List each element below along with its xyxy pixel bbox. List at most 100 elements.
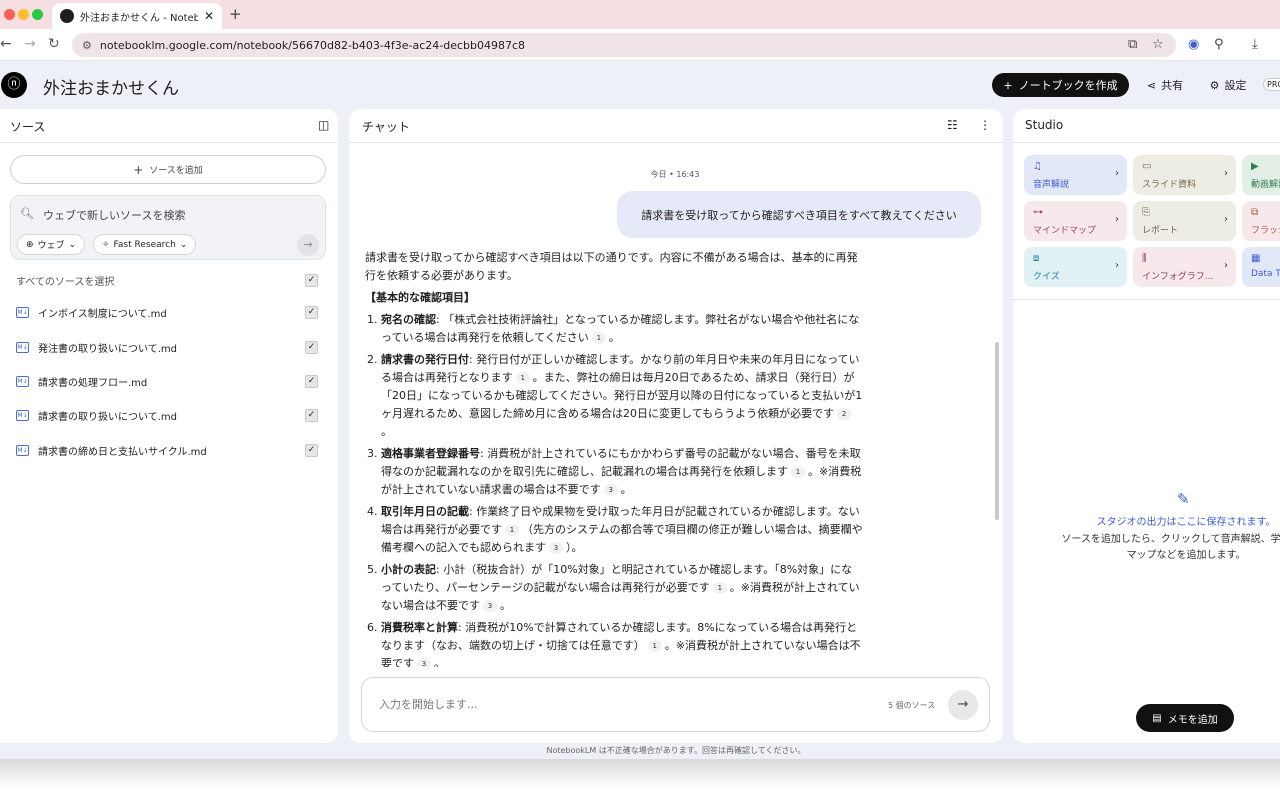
notebook-title[interactable]: 外注おまかせくん [43, 74, 179, 99]
report-card[interactable]: ⎘ レポート › [1133, 201, 1236, 241]
chat-scrollbar[interactable] [995, 342, 999, 520]
browser-tab[interactable]: 外注おまかせくん - NotebookLM ✕ [52, 3, 222, 29]
flashcard-card[interactable]: ⧉ フラッシュ [1242, 201, 1280, 241]
add-note-button[interactable]: ▤ メモを追加 [1136, 704, 1234, 732]
citation-chip[interactable]: 1 [515, 372, 530, 384]
source-checkbox[interactable]: ✓ [305, 375, 318, 388]
reload-button[interactable]: ↻ [48, 36, 60, 52]
studio-empty-title: スタジオの出力はここに保存されます。 [1096, 517, 1276, 528]
citation-chip[interactable]: 3 [603, 484, 618, 496]
data-table-card[interactable]: ▦ Data Ta [1242, 247, 1280, 287]
source-item[interactable]: M↓ 請求書の締め日と支払いサイクル.md [16, 441, 207, 459]
back-button[interactable]: ← [0, 36, 12, 52]
source-label: 請求書の締め日と支払いサイクル.md [38, 446, 207, 458]
infographic-card[interactable]: ⫼ インフォグラフ... › [1133, 247, 1236, 287]
item-text: : 「株式会社技術評論社」となっているか確認します。弊社名がない場合や他社名にな… [381, 313, 860, 344]
source-item[interactable]: M↓ 請求書の処理フロー.md [16, 372, 147, 390]
web-source-dropdown[interactable]: ⊕ ウェブ ⌄ [17, 234, 86, 255]
chat-title: チャット [362, 120, 410, 134]
address-bar[interactable]: ⚙ notebooklm.google.com/notebook/56670d8… [72, 33, 1176, 57]
minimize-window-button[interactable] [18, 9, 29, 20]
citation-chip[interactable]: 3 [549, 542, 563, 554]
source-item[interactable]: M↓ インボイス制度について.md [16, 303, 167, 321]
settings-button[interactable]: ⚙ 設定 [1200, 73, 1256, 97]
globe-icon: ⊕ [26, 239, 34, 250]
chat-input[interactable]: 入力を開始します... 5 個のソース → [361, 677, 990, 732]
site-info-icon[interactable]: ⚙ [82, 39, 92, 52]
download-icon[interactable]: ⤓ [1252, 37, 1258, 52]
window-shadow [0, 759, 1280, 800]
item-number: 6. [367, 621, 378, 634]
card-label: スライド資料 [1142, 180, 1197, 190]
item-number: 3. [367, 447, 378, 460]
close-window-button[interactable] [4, 9, 15, 20]
tab-close-icon[interactable]: ✕ [204, 9, 214, 23]
create-notebook-button[interactable]: + ノートブックを作成 [992, 73, 1129, 97]
select-all-checkbox[interactable]: ✓ [305, 274, 318, 287]
more-vert-icon[interactable]: ⋮ [979, 118, 991, 132]
report-icon: ⎘ [1142, 207, 1150, 218]
source-checkbox[interactable]: ✓ [305, 444, 318, 457]
quiz-card[interactable]: ⧈ クイズ › [1024, 247, 1127, 287]
add-source-button[interactable]: + ソースを追加 [10, 155, 326, 184]
forward-button[interactable]: → [24, 36, 36, 52]
citation-chip[interactable]: 1 [647, 640, 662, 652]
item-term: 適格事業者登録番号 [381, 447, 480, 460]
add-source-label: ソースを追加 [149, 166, 203, 176]
citation-chip[interactable]: 1 [791, 466, 805, 478]
extensions-icon[interactable]: ⚲ [1214, 37, 1224, 52]
plus-icon: + [1003, 78, 1013, 92]
notebooklm-logo-icon[interactable]: ⓝ [1, 72, 27, 98]
citation-chip[interactable]: 3 [483, 600, 497, 612]
chevron-right-icon: › [1224, 168, 1228, 179]
source-checkbox[interactable]: ✓ [305, 409, 318, 422]
audio-overview-card[interactable]: ♫ 音声解説 › [1024, 155, 1127, 195]
card-label: Data Ta [1251, 269, 1280, 279]
pro-badge: PRO [1263, 78, 1280, 91]
web-source-search[interactable]: 🔍︎ ウェブで新しいソースを検索 ⊕ ウェブ ⌄ ✧ Fast Research… [10, 195, 326, 260]
citation-chip[interactable]: 1 [505, 524, 519, 536]
chevron-right-icon: › [1224, 214, 1228, 225]
citation-chip[interactable]: 1 [591, 332, 606, 344]
browser-tabbar: 外注おまかせくん - NotebookLM ✕ + [0, 0, 1280, 29]
bookmark-star-icon[interactable]: ☆ [1152, 37, 1164, 52]
install-app-icon[interactable]: ⧉ [1128, 37, 1137, 52]
chat-panel: チャット ☷ ⋮ 今日 • 16:43 請求書を受け取ってから確認すべき項目をす… [349, 109, 1003, 743]
notebooklm-favicon-icon [60, 9, 74, 23]
chevron-down-icon: ⌄ [68, 239, 77, 250]
share-button[interactable]: ⋖ 共有 [1137, 73, 1193, 97]
search-submit-button[interactable]: → [297, 234, 319, 256]
new-tab-button[interactable]: + [229, 5, 242, 23]
disclaimer-note: NotebookLM は不正確な場合があります。回答は再確認してください。 [546, 746, 806, 755]
citation-chip[interactable]: 1 [712, 582, 727, 594]
answer-heading: 【基本的な確認項目】 [365, 291, 475, 304]
source-item[interactable]: M↓ 請求書の取り扱いについて.md [16, 406, 177, 424]
chevron-right-icon: › [1115, 168, 1119, 179]
waveform-icon: ♫ [1033, 161, 1042, 172]
chat-options-icon[interactable]: ☷ [947, 118, 958, 132]
studio-divider [1013, 299, 1280, 300]
markdown-file-icon: M↓ [16, 341, 29, 353]
video-overview-card[interactable]: ▶ 動画解説 [1242, 155, 1280, 195]
password-manager-icon[interactable]: ◉ [1188, 37, 1199, 52]
collapse-panel-icon[interactable]: ◫ [318, 118, 329, 132]
send-button[interactable]: → [948, 690, 978, 720]
card-label: インフォグラフ... [1142, 272, 1214, 282]
flashcard-icon: ⧉ [1251, 207, 1259, 218]
mindmap-card[interactable]: ⊶ マインドマップ › [1024, 201, 1127, 241]
card-label: フラッシュ [1251, 226, 1280, 236]
note-icon: ▤ [1152, 712, 1162, 724]
chat-input-placeholder: 入力を開始します... [379, 698, 478, 711]
url-text: notebooklm.google.com/notebook/56670d82-… [99, 38, 526, 52]
research-mode-dropdown[interactable]: ✧ Fast Research ⌄ [93, 234, 197, 255]
mindmap-icon: ⊶ [1033, 207, 1043, 218]
source-checkbox[interactable]: ✓ [305, 306, 318, 319]
citation-chip[interactable]: 2 [837, 408, 852, 420]
source-item[interactable]: M↓ 発注書の取り扱いについて.md [16, 338, 177, 356]
source-label: 請求書の処理フロー.md [38, 377, 148, 389]
maximize-window-button[interactable] [32, 9, 43, 20]
tab-title: 外注おまかせくん - NotebookLM [80, 12, 198, 24]
slides-card[interactable]: ▭ スライド資料 › [1133, 155, 1236, 195]
chevron-right-icon: › [1224, 260, 1228, 271]
source-checkbox[interactable]: ✓ [305, 341, 318, 354]
